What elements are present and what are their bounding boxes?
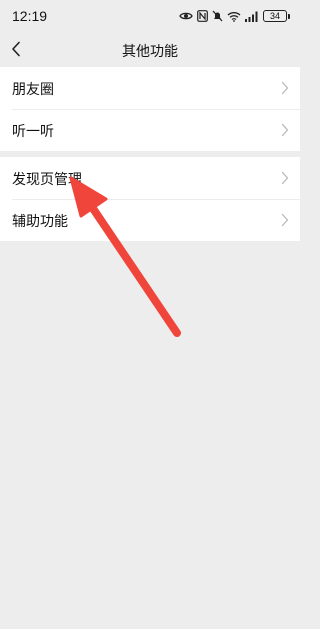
settings-group-2: 发现页管理 辅助功能	[0, 157, 300, 241]
list-item-label: 辅助功能	[12, 214, 68, 230]
settings-group-1: 朋友圈 听一听	[0, 67, 300, 151]
chevron-right-icon	[281, 81, 289, 95]
list-item-label: 朋友圈	[12, 82, 54, 98]
list-item-label: 听一听	[12, 124, 54, 140]
back-button[interactable]	[4, 37, 28, 61]
nav-bar: 其他功能	[0, 34, 300, 64]
list-item-label: 发现页管理	[12, 172, 82, 188]
list-item-moments[interactable]: 朋友圈	[0, 67, 300, 109]
list-item-listen[interactable]: 听一听	[0, 109, 300, 151]
nfc-icon	[197, 10, 208, 22]
status-bar: 12:19 34	[0, 0, 300, 34]
list-item-accessibility[interactable]: 辅助功能	[0, 199, 300, 241]
chevron-right-icon	[281, 123, 289, 137]
signal-icon	[245, 11, 259, 22]
silent-icon	[212, 10, 223, 22]
chevron-left-icon	[12, 41, 20, 57]
page-title: 其他功能	[122, 44, 178, 60]
battery-tip	[288, 13, 290, 19]
chevron-right-icon	[281, 213, 289, 227]
battery-icon: 34	[263, 10, 287, 22]
status-icons: 34	[179, 9, 290, 23]
eye-icon	[179, 11, 193, 21]
wifi-icon	[227, 11, 241, 22]
list-item-discover-management[interactable]: 发现页管理	[0, 157, 300, 199]
battery-level: 34	[269, 11, 280, 21]
status-time: 12:19	[12, 8, 48, 24]
chevron-right-icon	[281, 171, 289, 185]
